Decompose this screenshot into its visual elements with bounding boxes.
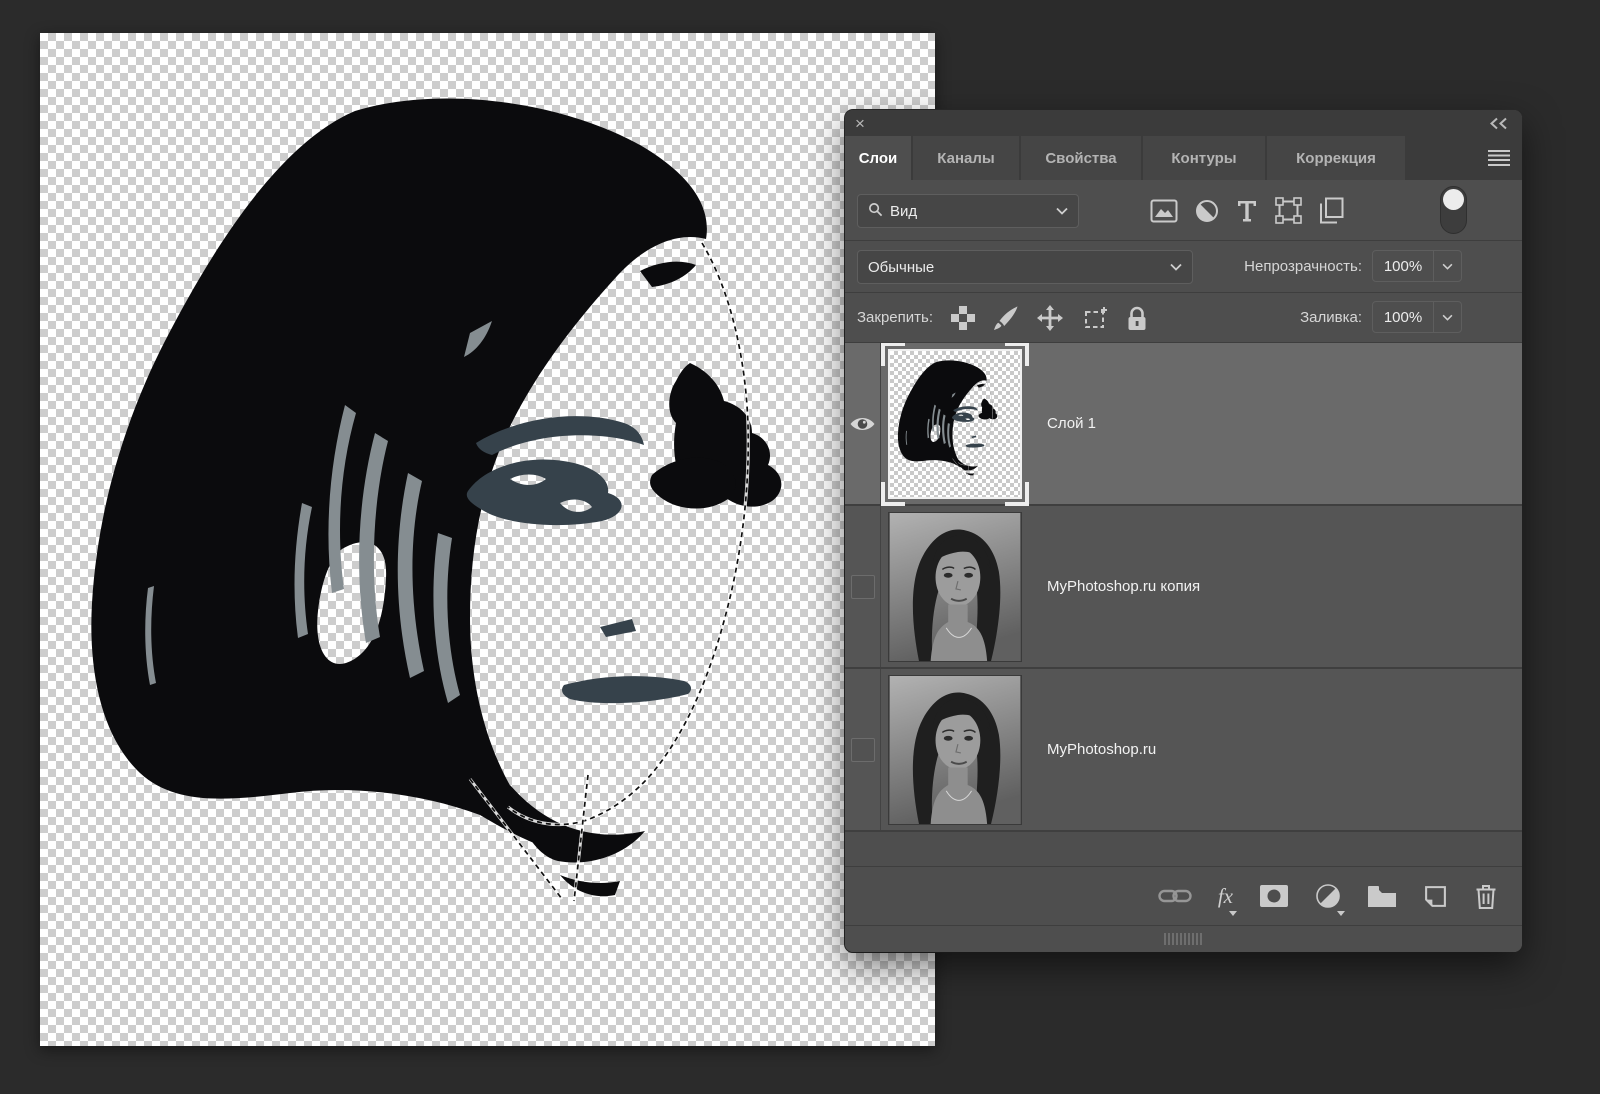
filter-type-buttons [1150,197,1344,224]
close-icon[interactable]: × [855,115,865,132]
tab-channels[interactable]: Каналы [913,136,1019,180]
layers-panel: × Слои Каналы Свойства Контуры Коррекция… [845,110,1522,952]
filter-kind-select[interactable]: Вид [857,194,1079,228]
filter-toggle[interactable] [1440,186,1467,234]
tab-properties[interactable]: Свойства [1021,136,1141,180]
chevron-down-icon [1056,207,1068,215]
lock-pixels-brush-icon[interactable] [993,305,1019,331]
layer-name[interactable]: Слой 1 [1031,343,1096,504]
panel-menu-icon[interactable] [1488,150,1510,166]
thumbnail-cell [881,669,1031,830]
layer-name[interactable]: MyPhotoshop.ru [1031,669,1156,830]
layer-row-1[interactable]: Слой 1 [845,343,1522,506]
lock-transparency-icon[interactable] [950,305,976,331]
new-layer-icon[interactable] [1423,884,1448,909]
lock-label: Закрепить: [857,309,933,326]
selection-bracket [881,343,905,366]
selection-bracket [881,482,905,506]
chevron-down-icon[interactable] [1433,302,1461,332]
new-group-folder-icon[interactable] [1367,884,1397,908]
caret-down-icon [1229,911,1237,916]
document-canvas[interactable] [40,33,935,1046]
lock-all-icon[interactable] [1126,305,1148,332]
lock-position-icon[interactable] [1036,304,1064,332]
layer-thumbnail[interactable] [888,349,1022,499]
stencil-artwork [40,33,935,1046]
fill-label: Заливка: [1300,309,1362,326]
tab-adjustments[interactable]: Коррекция [1267,136,1405,180]
tab-paths[interactable]: Контуры [1143,136,1265,180]
tab-layers[interactable]: Слои [845,136,911,180]
thumbnail-cell [881,343,1031,504]
new-adjustment-layer-icon[interactable] [1315,883,1341,909]
blend-row: Обычные Непрозрачность: 100% [845,241,1522,293]
visibility-cell[interactable] [845,669,881,830]
panel-resize-bar[interactable] [845,925,1522,952]
search-icon [868,202,883,221]
blend-mode-select[interactable]: Обычные [857,250,1193,284]
type-layers-filter-icon[interactable] [1236,199,1258,223]
visibility-cell[interactable] [845,506,881,667]
thumbnail-cell [881,506,1031,667]
lock-row: Закрепить: Заливка: 100% [845,293,1522,343]
smart-objects-filter-icon[interactable] [1319,197,1344,224]
layer-row-2[interactable]: MyPhotoshop.ru копия [845,506,1522,669]
caret-down-icon [1337,911,1345,916]
layer-filter-row: Вид [845,180,1522,241]
fill-input[interactable]: 100% [1372,301,1462,333]
panel-titlebar: × [845,110,1522,136]
lock-buttons [950,304,1148,332]
shape-layers-filter-icon[interactable] [1275,197,1302,224]
visibility-off-box [851,738,875,762]
selection-bracket [1005,482,1029,506]
lock-artboard-icon[interactable] [1081,305,1109,332]
selection-bracket [1005,343,1029,366]
layers-list: Слой 1 MyPhotoshop.ru копия [845,343,1522,866]
opacity-label: Непрозрачность: [1244,258,1362,275]
layer-style-fx-icon[interactable]: fx [1218,884,1233,909]
tabrow-filler [1407,136,1522,180]
layer-thumbnail[interactable] [888,675,1022,825]
visibility-off-box [851,575,875,599]
delete-layer-icon[interactable] [1474,883,1498,910]
blend-mode-value: Обычные [868,259,934,276]
collapse-panel-icon[interactable] [1488,117,1510,130]
eye-icon [849,415,876,433]
chevron-down-icon [1170,263,1182,271]
panel-tabs: Слои Каналы Свойства Контуры Коррекция [845,136,1522,180]
opacity-value: 100% [1373,251,1433,281]
filter-toggle-knob [1443,189,1464,210]
photoshop-workspace: { "canvas": { "artwork": "black-and-whit… [0,0,1600,1094]
opacity-input[interactable]: 100% [1372,250,1462,282]
layer-row-3[interactable]: MyPhotoshop.ru [845,669,1522,832]
link-layers-icon[interactable] [1158,887,1192,905]
panel-toolbar: fx [845,866,1522,925]
adjustment-layers-filter-icon[interactable] [1195,199,1219,223]
resize-grip-icon [1164,933,1204,945]
filter-kind-value: Вид [890,203,917,220]
visibility-cell[interactable] [845,343,881,504]
pixel-layers-filter-icon[interactable] [1150,199,1178,223]
layer-name[interactable]: MyPhotoshop.ru копия [1031,506,1200,667]
chevron-down-icon[interactable] [1433,251,1461,281]
layer-thumbnail[interactable] [888,512,1022,662]
fill-value: 100% [1373,302,1433,332]
add-layer-mask-icon[interactable] [1259,884,1289,908]
